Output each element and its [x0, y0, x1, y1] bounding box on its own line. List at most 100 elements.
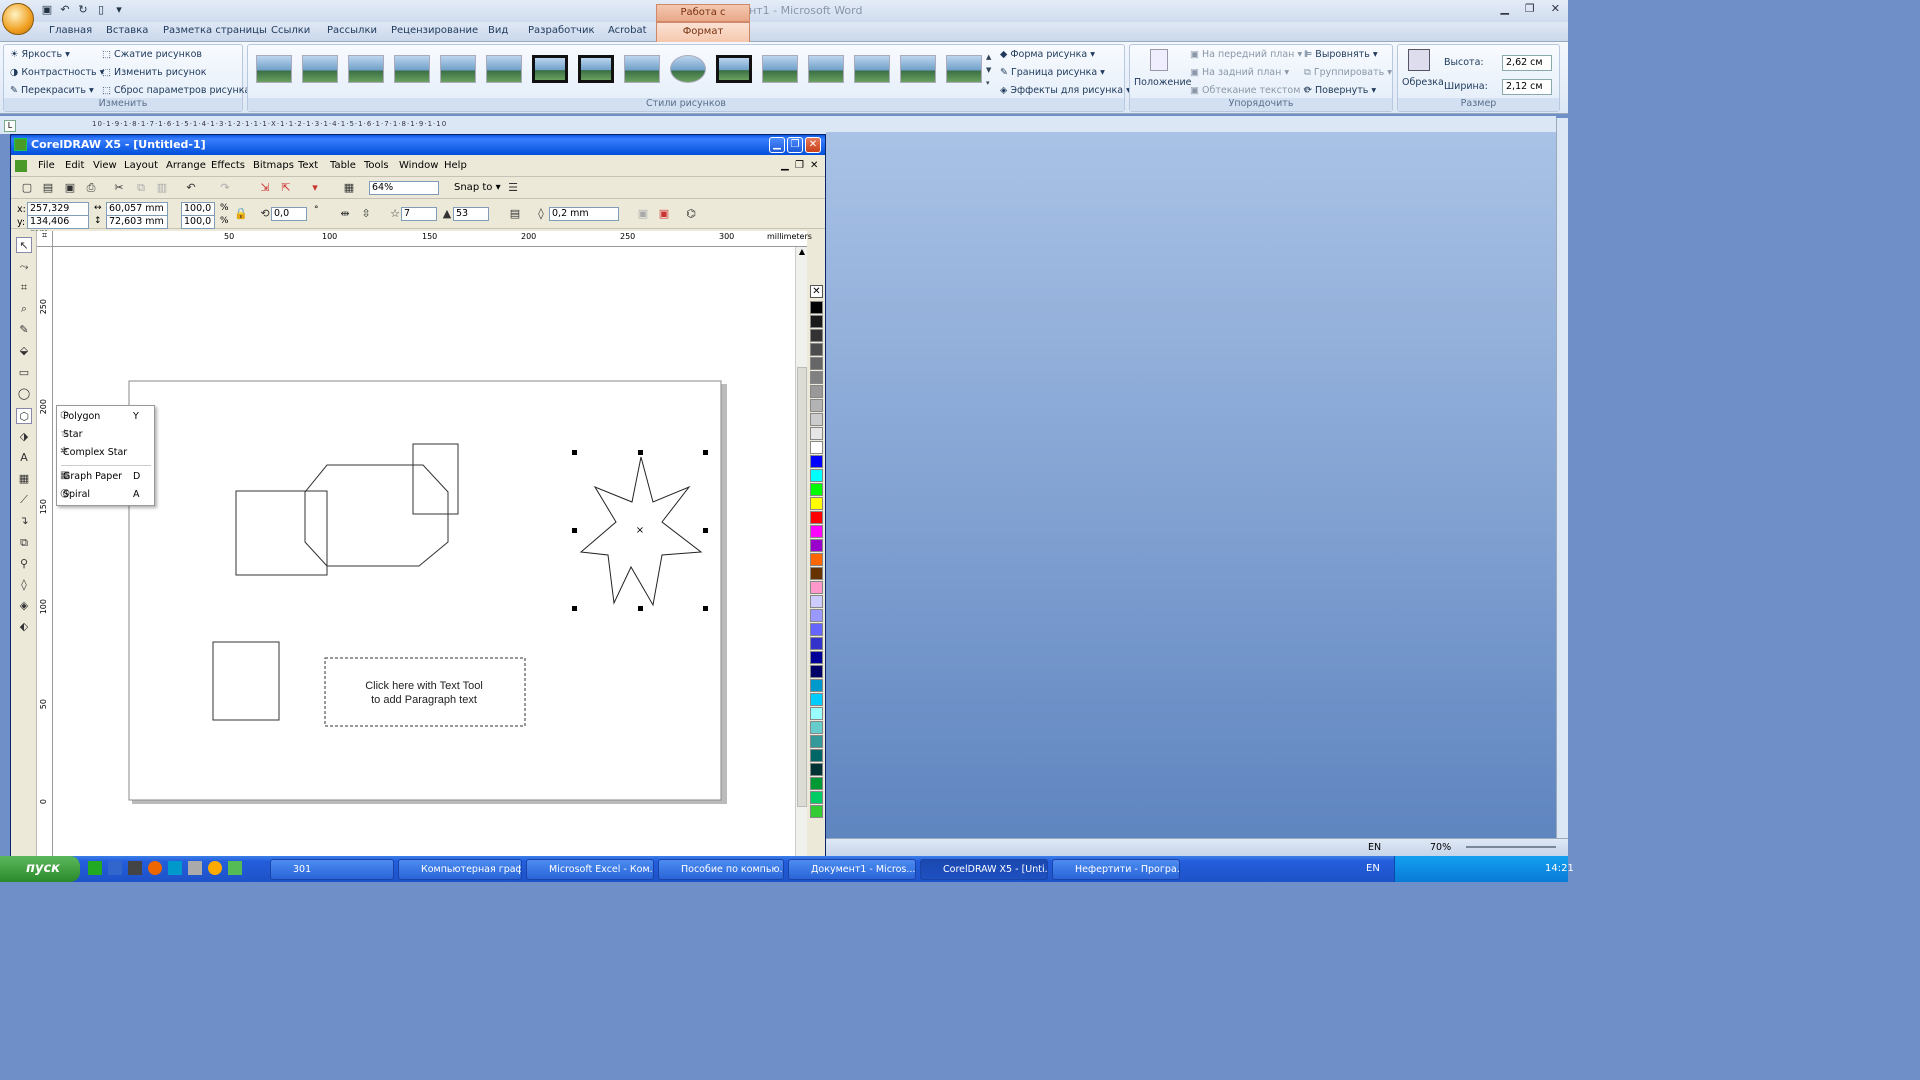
color-swatch[interactable]: [810, 553, 823, 566]
interactive-fill-tool-icon[interactable]: ⬖: [16, 619, 32, 635]
doc-restore-icon[interactable]: ❐: [795, 160, 804, 171]
color-swatch[interactable]: [810, 385, 823, 398]
tab-review[interactable]: Рецензирование: [391, 25, 478, 36]
office-button[interactable]: [2, 3, 34, 35]
picture-style-9[interactable]: [624, 55, 660, 83]
copy-icon[interactable]: ⧉: [133, 180, 149, 196]
color-swatch[interactable]: [810, 735, 823, 748]
smart-fill-tool-icon[interactable]: ⬙: [16, 343, 32, 359]
outline-tool-icon[interactable]: ◊: [16, 577, 32, 593]
height-input[interactable]: 2,62 см: [1502, 55, 1552, 71]
minimize-icon[interactable]: ▁: [1500, 2, 1508, 15]
flyout-item-graph-paper[interactable]: ▦ Graph Paper D: [57, 468, 154, 486]
app-icon[interactable]: [208, 861, 222, 875]
x-position-input[interactable]: 257,329 mm: [27, 202, 89, 226]
color-swatch[interactable]: [810, 413, 823, 426]
flyout-item-spiral[interactable]: @ Spiral A: [57, 486, 154, 504]
scale-y-input[interactable]: 100,0: [181, 215, 215, 229]
import-icon[interactable]: ⇲: [257, 180, 273, 196]
menu-arrange[interactable]: Arrange: [166, 160, 206, 171]
picture-style-5[interactable]: [440, 55, 476, 83]
color-swatch[interactable]: [810, 777, 823, 790]
clock[interactable]: 14:21: [1545, 863, 1574, 874]
picture-style-16[interactable]: [946, 55, 982, 83]
color-swatch[interactable]: [810, 679, 823, 692]
eyedropper-tool-icon[interactable]: ⚲: [16, 556, 32, 572]
corel-close-button[interactable]: ✕: [805, 137, 821, 153]
application-launcher-icon[interactable]: ▾: [307, 180, 323, 196]
lock-ratio-icon[interactable]: 🔒: [233, 206, 249, 222]
app-icon[interactable]: [88, 861, 102, 875]
zoom-tool-icon[interactable]: ⌕: [16, 301, 32, 317]
color-swatch[interactable]: [810, 665, 823, 678]
customize-qat-icon[interactable]: ▾: [112, 3, 126, 17]
word-vertical-scrollbar[interactable]: [1556, 118, 1568, 838]
crop-tool-icon[interactable]: ⌗: [16, 280, 32, 296]
language-indicator[interactable]: EN: [1366, 863, 1380, 874]
shape-tool-icon[interactable]: ⤳: [16, 259, 32, 275]
color-swatch[interactable]: [810, 609, 823, 622]
outline-width-dropdown[interactable]: 0,2 mm: [549, 207, 619, 221]
picture-style-12[interactable]: [762, 55, 798, 83]
picture-style-7[interactable]: [532, 55, 568, 83]
save-icon[interactable]: ▣: [40, 3, 54, 17]
dimension-tool-icon[interactable]: ⟋: [16, 492, 32, 508]
compress-pictures-button[interactable]: ⬚ Сжатие рисунков: [102, 49, 202, 60]
connector-tool-icon[interactable]: ↴: [16, 513, 32, 529]
tab-page-layout[interactable]: Разметка страницы: [163, 25, 267, 36]
picture-style-15[interactable]: [900, 55, 936, 83]
menu-effects[interactable]: Effects: [211, 160, 245, 171]
welcome-screen-icon[interactable]: ▦: [341, 180, 357, 196]
drawing-canvas[interactable]: Click here with Text Tool to add Paragra…: [53, 247, 795, 857]
tab-view[interactable]: Вид: [488, 25, 508, 36]
object-height-input[interactable]: 72,603 mm: [106, 215, 168, 229]
color-swatch[interactable]: [810, 483, 823, 496]
crop-icon[interactable]: [1408, 49, 1430, 71]
picture-style-11[interactable]: [716, 55, 752, 83]
menu-window[interactable]: Window: [399, 160, 438, 171]
group-button[interactable]: ⧉ Группировать ▾: [1304, 67, 1392, 78]
picture-style-14[interactable]: [854, 55, 890, 83]
wrap-text-icon[interactable]: ▤: [507, 206, 523, 222]
picture-style-13[interactable]: [808, 55, 844, 83]
change-picture-button[interactable]: ⬚ Изменить рисунок: [102, 67, 207, 78]
flyout-item-star[interactable]: ☆ Star: [57, 426, 154, 444]
picture-style-4[interactable]: [394, 55, 430, 83]
scale-x-input[interactable]: 100,0: [181, 202, 215, 216]
color-swatch[interactable]: [810, 315, 823, 328]
width-input[interactable]: 2,12 см: [1502, 79, 1552, 95]
menu-layout[interactable]: Layout: [124, 160, 158, 171]
freehand-tool-icon[interactable]: ✎: [16, 322, 32, 338]
menu-file[interactable]: File: [38, 160, 55, 171]
start-button[interactable]: пуск: [0, 856, 80, 882]
menu-tools[interactable]: Tools: [364, 160, 389, 171]
tab-format[interactable]: Формат: [656, 22, 750, 42]
undo-icon[interactable]: ↶: [183, 180, 199, 196]
new-icon[interactable]: ▢: [19, 180, 35, 196]
corel-minimize-button[interactable]: ▁: [769, 137, 785, 153]
flyout-item-complex-star[interactable]: ✲ Complex Star: [57, 444, 154, 462]
taskbar-guide[interactable]: Пособие по компью...: [658, 859, 784, 880]
save-icon[interactable]: ▣: [62, 180, 78, 196]
mirror-horizontal-icon[interactable]: ⇹: [337, 206, 353, 222]
taskbar-word-doc[interactable]: Компьютерная граф...: [398, 859, 522, 880]
position-label[interactable]: Положение: [1134, 77, 1191, 88]
color-swatch[interactable]: [810, 455, 823, 468]
menu-edit[interactable]: Edit: [65, 160, 84, 171]
convert-to-curves-icon[interactable]: ⌬: [683, 206, 699, 222]
color-swatch[interactable]: [810, 399, 823, 412]
picture-style-6[interactable]: [486, 55, 522, 83]
color-swatch[interactable]: [810, 539, 823, 552]
color-swatch[interactable]: [810, 749, 823, 762]
corel-maximize-button[interactable]: ❐: [787, 137, 803, 153]
color-swatch[interactable]: [810, 525, 823, 538]
color-swatch[interactable]: [810, 693, 823, 706]
firefox-icon[interactable]: [148, 861, 162, 875]
color-swatch[interactable]: [810, 469, 823, 482]
crop-label[interactable]: Обрезка: [1402, 77, 1444, 88]
tab-home[interactable]: Главная: [49, 25, 92, 36]
contrast-button[interactable]: ◑ Контрастность ▾: [10, 67, 104, 78]
text-wrap-button[interactable]: ▣ Обтекание текстом ▾: [1190, 85, 1308, 96]
tab-selector-icon[interactable]: L: [4, 120, 16, 132]
color-swatch[interactable]: [810, 721, 823, 734]
